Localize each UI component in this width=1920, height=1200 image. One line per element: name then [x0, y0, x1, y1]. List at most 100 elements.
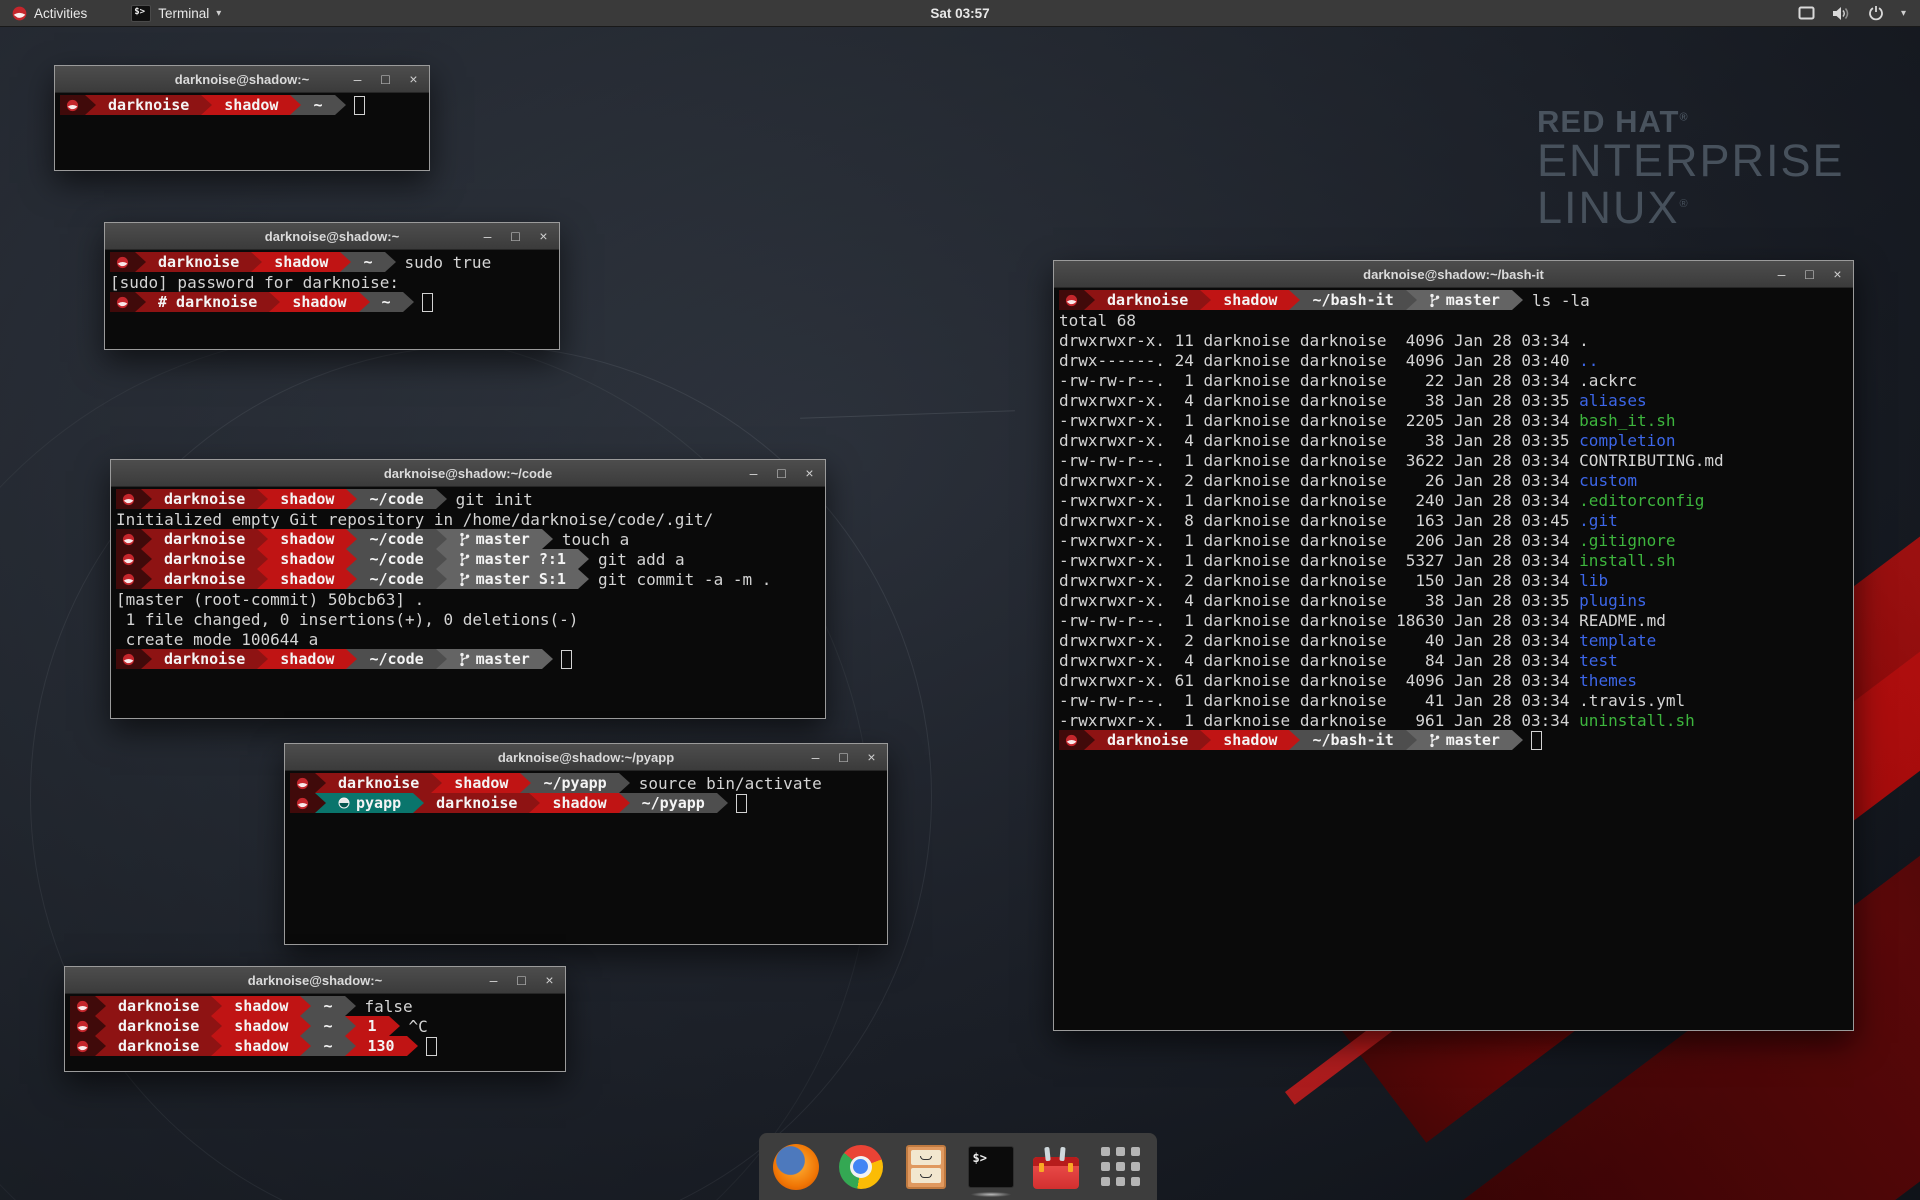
file-name: uninstall.sh — [1579, 711, 1695, 730]
powerline-arrow-icon — [346, 529, 357, 549]
git-branch-icon — [459, 572, 470, 587]
terminal-text: git add a — [598, 550, 685, 569]
powerline-arrow-icon — [346, 489, 357, 509]
powerline-arrow-icon — [359, 292, 370, 312]
distro-icon — [116, 256, 129, 269]
terminal-window-home-1: darknoise@shadow:~–□×darknoiseshadow~ — [54, 65, 430, 171]
powerline-arrow-icon — [346, 549, 357, 569]
close-button[interactable]: × — [537, 229, 550, 243]
dock-item-toolbox[interactable] — [1032, 1141, 1080, 1193]
terminal-text: -rw-rw-r--. 1 darknoise darknoise 41 Jan… — [1059, 691, 1579, 710]
maximize-button[interactable]: □ — [379, 72, 392, 86]
dock-item-files[interactable] — [902, 1141, 950, 1193]
maximize-button[interactable]: □ — [515, 973, 528, 987]
maximize-button[interactable]: □ — [1803, 267, 1816, 281]
dock-item-terminal[interactable]: $> — [967, 1141, 1015, 1193]
powerline-arrow-icon — [1084, 730, 1095, 750]
app-menu-terminal[interactable]: $> Terminal ▾ — [121, 0, 231, 26]
window-titlebar[interactable]: darknoise@shadow:~/code–□× — [111, 460, 825, 487]
redhat-logo-icon — [12, 6, 27, 21]
terminal-text: -rwxrwxr-x. 1 darknoise darknoise 961 Ja… — [1059, 711, 1579, 730]
segment-label: darknoise — [118, 1017, 199, 1035]
system-tray[interactable]: ▾ — [1798, 0, 1920, 26]
clock[interactable]: Sat 03:57 — [930, 6, 989, 21]
terminal-content: darknoiseshadow~sudo true[sudo] password… — [105, 250, 559, 312]
segment-label: 130 — [368, 1037, 395, 1055]
segment-label: ~/pyapp — [642, 794, 705, 812]
git-branch-icon — [459, 552, 470, 567]
dock-item-chrome[interactable] — [837, 1141, 885, 1193]
distro-icon — [116, 296, 129, 309]
powerline-arrow-icon — [346, 649, 357, 669]
terminal-text: -rw-rw-r--. 1 darknoise darknoise 22 Jan… — [1059, 371, 1579, 390]
terminal-line: -rw-rw-r--. 1 darknoise darknoise 41 Jan… — [1059, 690, 1853, 710]
powerline-arrow-icon — [1512, 290, 1523, 310]
terminal-line: -rw-rw-r--. 1 darknoise darknoise 22 Jan… — [1059, 370, 1853, 390]
segment-label: master — [476, 650, 530, 668]
maximize-button[interactable]: □ — [775, 466, 788, 480]
segment-label: darknoise — [164, 550, 245, 568]
close-button[interactable]: × — [1831, 267, 1844, 281]
powerline-arrow-icon — [300, 1036, 311, 1056]
terminal-text: [sudo] password for darknoise: — [110, 273, 399, 292]
dock-item-app-grid[interactable] — [1097, 1141, 1145, 1193]
git-branch-segment: master S:1 — [447, 569, 578, 589]
terminal-cursor — [354, 96, 365, 115]
distro-icon — [122, 653, 135, 666]
powerline-arrow-icon — [257, 649, 268, 669]
prompt-segment-host: shadow — [540, 793, 618, 813]
terminal-line: drwxrwxr-x. 11 darknoise darknoise 4096 … — [1059, 330, 1853, 350]
minimize-button[interactable]: – — [351, 72, 364, 86]
terminal-content: darknoiseshadow~ — [55, 93, 429, 115]
git-branch-segment: master — [1417, 730, 1512, 750]
file-name: bash_it.sh — [1579, 411, 1675, 430]
maximize-button[interactable]: □ — [509, 229, 522, 243]
terminal-cursor — [1531, 731, 1542, 750]
distro-segment — [290, 773, 315, 793]
file-name: custom — [1579, 471, 1637, 490]
powerline-arrow-icon — [141, 569, 152, 589]
activities-label: Activities — [34, 6, 87, 21]
segment-label: ~/code — [369, 530, 423, 548]
activities-button[interactable]: Activities — [0, 0, 99, 26]
powerline-arrow-icon — [619, 773, 630, 793]
terminal-text: source bin/activate — [639, 774, 822, 793]
window-title: darknoise@shadow:~/bash-it — [1054, 261, 1853, 287]
minimize-button[interactable]: – — [809, 750, 822, 764]
close-button[interactable]: × — [407, 72, 420, 86]
file-name: plugins — [1579, 591, 1646, 610]
maximize-button[interactable]: □ — [837, 750, 850, 764]
terminal-text: 1 file changed, 0 insertions(+), 0 delet… — [116, 610, 578, 629]
window-titlebar[interactable]: darknoise@shadow:~–□× — [55, 66, 429, 93]
powerline-arrow-icon — [135, 252, 146, 272]
file-name: .git — [1579, 511, 1618, 530]
segment-label: shadow — [1223, 731, 1277, 749]
window-titlebar[interactable]: darknoise@shadow:~/bash-it– □ × — [1054, 261, 1853, 288]
powerline-arrow-icon — [257, 489, 268, 509]
close-button[interactable]: × — [803, 466, 816, 480]
powerline-arrow-icon — [251, 252, 262, 272]
prompt-segment-user: darknoise — [152, 489, 257, 509]
powerline-arrow-icon — [1289, 290, 1300, 310]
window-titlebar[interactable]: darknoise@shadow:~/pyapp–□× — [285, 744, 887, 771]
prompt-segment-user: darknoise — [96, 95, 201, 115]
window-titlebar[interactable]: darknoise@shadow:~–□× — [105, 223, 559, 250]
terminal-line: darknoiseshadow~/pyappsource bin/activat… — [290, 773, 887, 793]
minimize-button[interactable]: – — [487, 973, 500, 987]
minimize-button[interactable]: – — [747, 466, 760, 480]
powerline-arrow-icon — [436, 489, 447, 509]
dock-item-firefox[interactable] — [772, 1141, 820, 1193]
prompt-segment-host: shadow — [222, 1036, 300, 1056]
minimize-button[interactable]: – — [1775, 267, 1788, 281]
distro-segment — [116, 489, 141, 509]
toolbox-icon — [1033, 1157, 1079, 1189]
close-button[interactable]: × — [543, 973, 556, 987]
prompt-segment-host: shadow — [222, 1016, 300, 1036]
close-button[interactable]: × — [865, 750, 878, 764]
window-titlebar[interactable]: darknoise@shadow:~–□× — [65, 967, 565, 994]
distro-segment — [110, 252, 135, 272]
minimize-button[interactable]: – — [481, 229, 494, 243]
terminal-window-bash-it: darknoise@shadow:~/bash-it–□×darknoisesh… — [1053, 260, 1854, 1031]
powerline-arrow-icon — [542, 649, 553, 669]
terminal-line: drwxrwxr-x. 2 darknoise darknoise 40 Jan… — [1059, 630, 1853, 650]
